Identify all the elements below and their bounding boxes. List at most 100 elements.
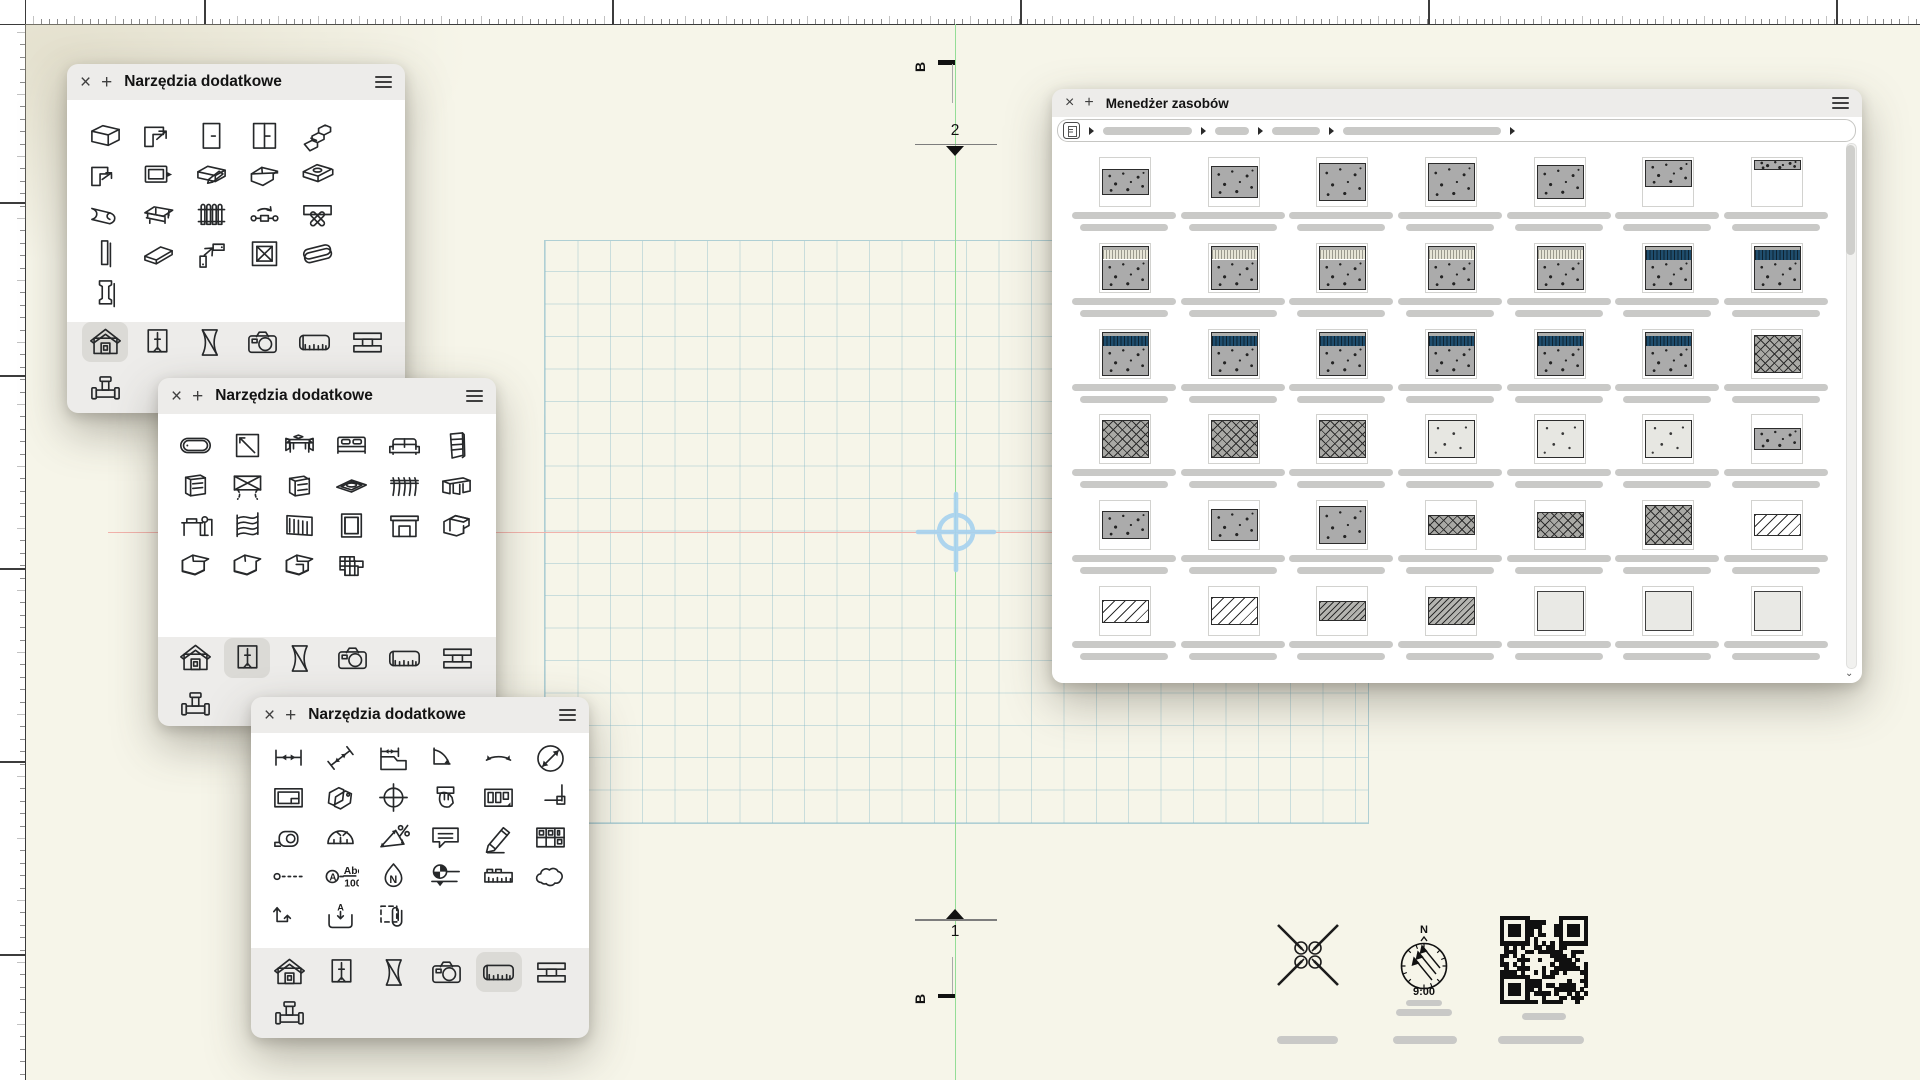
tab-camera[interactable] — [423, 952, 469, 992]
tab-beam[interactable] — [434, 638, 480, 678]
resource-card[interactable] — [1751, 329, 1803, 379]
tool-bookshelf[interactable] — [438, 426, 476, 464]
tool-slope[interactable] — [374, 818, 412, 856]
tool-slab-arrow[interactable] — [86, 156, 124, 194]
tool-desk-chair[interactable] — [176, 506, 214, 544]
resource-card[interactable] — [1208, 329, 1260, 379]
tool-comment[interactable] — [427, 818, 465, 856]
tool-bathtub[interactable] — [176, 426, 214, 464]
scroll-down-arrow-icon[interactable]: ⌄ — [1845, 668, 1853, 679]
tool-sofa[interactable] — [385, 426, 423, 464]
tool-desk[interactable] — [438, 466, 476, 504]
tool-leader-boxes[interactable] — [192, 235, 230, 273]
add-icon[interactable]: + — [1084, 95, 1093, 111]
resource-card[interactable] — [1534, 586, 1586, 636]
tool-text-scale[interactable]: AAbc100 — [322, 858, 360, 896]
tab-house[interactable] — [266, 952, 312, 992]
tool-point-marker[interactable] — [269, 858, 307, 896]
tool-attach-clip[interactable] — [374, 897, 412, 935]
tab-pipe[interactable] — [266, 994, 312, 1034]
tool-viewport[interactable] — [269, 779, 307, 817]
resource-card[interactable] — [1099, 500, 1151, 550]
tool-fireplace[interactable] — [385, 506, 423, 544]
tool-detail-ruler[interactable] — [479, 858, 517, 896]
tool-cloud[interactable] — [532, 858, 570, 896]
tool-floor-grid[interactable] — [333, 546, 371, 584]
tool-dim-linear[interactable] — [269, 739, 307, 777]
tab-camera[interactable] — [329, 638, 375, 678]
resource-card[interactable] — [1534, 414, 1586, 464]
resource-card[interactable] — [1751, 414, 1803, 464]
resource-card[interactable] — [1751, 157, 1803, 207]
resource-card[interactable] — [1642, 329, 1694, 379]
tool-dim-arc[interactable] — [479, 739, 517, 777]
resource-card[interactable] — [1099, 586, 1151, 636]
tool-towel-radiator[interactable] — [228, 506, 266, 544]
breadcrumb-segment[interactable] — [1272, 127, 1320, 135]
tool-control-panel[interactable] — [479, 779, 517, 817]
tool-bed-double[interactable] — [333, 426, 371, 464]
breadcrumb-segment[interactable] — [1215, 127, 1249, 135]
resource-card[interactable] — [1751, 500, 1803, 550]
document-icon[interactable] — [1063, 122, 1080, 139]
resource-card[interactable] — [1099, 157, 1151, 207]
scrollbar-thumb[interactable] — [1846, 145, 1855, 255]
tool-column-thin[interactable] — [86, 235, 124, 273]
resource-card[interactable] — [1316, 500, 1368, 550]
resource-card[interactable] — [1425, 243, 1477, 293]
tab-cabinet[interactable] — [224, 638, 270, 678]
tool-stairs[interactable] — [298, 116, 336, 154]
tab-pipe[interactable] — [172, 685, 218, 725]
tab-cabinet[interactable] — [318, 952, 364, 992]
tool-coat-rack[interactable] — [385, 466, 423, 504]
tab-ruler[interactable] — [382, 638, 428, 678]
tool-tape-measure[interactable] — [269, 818, 307, 856]
tool-insert-box[interactable]: A — [322, 897, 360, 935]
resource-card[interactable] — [1208, 500, 1260, 550]
breadcrumb-segment[interactable] — [1343, 127, 1501, 135]
tool-drop-north[interactable]: N — [374, 858, 412, 896]
tool-dresser[interactable] — [176, 466, 214, 504]
tool-zone-grid[interactable] — [532, 818, 570, 856]
tab-pipe[interactable] — [82, 369, 128, 409]
tab-house[interactable] — [172, 638, 218, 678]
close-icon[interactable]: × — [264, 706, 275, 725]
tool-formwork[interactable] — [139, 195, 177, 233]
tool-dim-slanted[interactable] — [322, 739, 360, 777]
tab-ruler[interactable] — [476, 952, 522, 992]
tab-house[interactable] — [82, 322, 128, 362]
tool-door-double[interactable] — [245, 116, 283, 154]
resource-card[interactable] — [1642, 243, 1694, 293]
hamburger-menu-icon[interactable] — [559, 709, 576, 721]
hamburger-menu-icon[interactable] — [466, 390, 483, 402]
tab-ruler[interactable] — [292, 322, 338, 362]
resource-card[interactable] — [1751, 243, 1803, 293]
tool-path-arrows[interactable] — [269, 897, 307, 935]
tool-dim-angle[interactable] — [427, 739, 465, 777]
tool-slab-brick[interactable] — [139, 235, 177, 273]
add-icon[interactable]: + — [192, 387, 203, 406]
close-icon[interactable]: × — [80, 73, 91, 92]
resource-card[interactable] — [1534, 243, 1586, 293]
resource-card[interactable] — [1425, 500, 1477, 550]
tool-pencil[interactable] — [479, 818, 517, 856]
tool-panel-arrow[interactable] — [139, 116, 177, 154]
resource-card[interactable] — [1534, 157, 1586, 207]
tool-roof-opening[interactable] — [298, 156, 336, 194]
tab-glass[interactable] — [187, 322, 233, 362]
resource-card[interactable] — [1425, 157, 1477, 207]
tab-camera[interactable] — [239, 322, 285, 362]
tool-curtain[interactable] — [281, 506, 319, 544]
resource-card[interactable] — [1642, 500, 1694, 550]
tab-glass[interactable] — [277, 638, 323, 678]
tool-nightstand[interactable] — [281, 466, 319, 504]
tool-shower[interactable] — [228, 426, 266, 464]
tool-wall-3d[interactable] — [86, 116, 124, 154]
resource-card[interactable] — [1208, 243, 1260, 293]
resource-card[interactable] — [1316, 329, 1368, 379]
resource-card[interactable] — [1208, 414, 1260, 464]
tool-window-curtain[interactable] — [228, 466, 266, 504]
resource-card[interactable] — [1751, 586, 1803, 636]
tool-picture[interactable] — [333, 506, 371, 544]
hamburger-menu-icon[interactable] — [1832, 97, 1849, 109]
